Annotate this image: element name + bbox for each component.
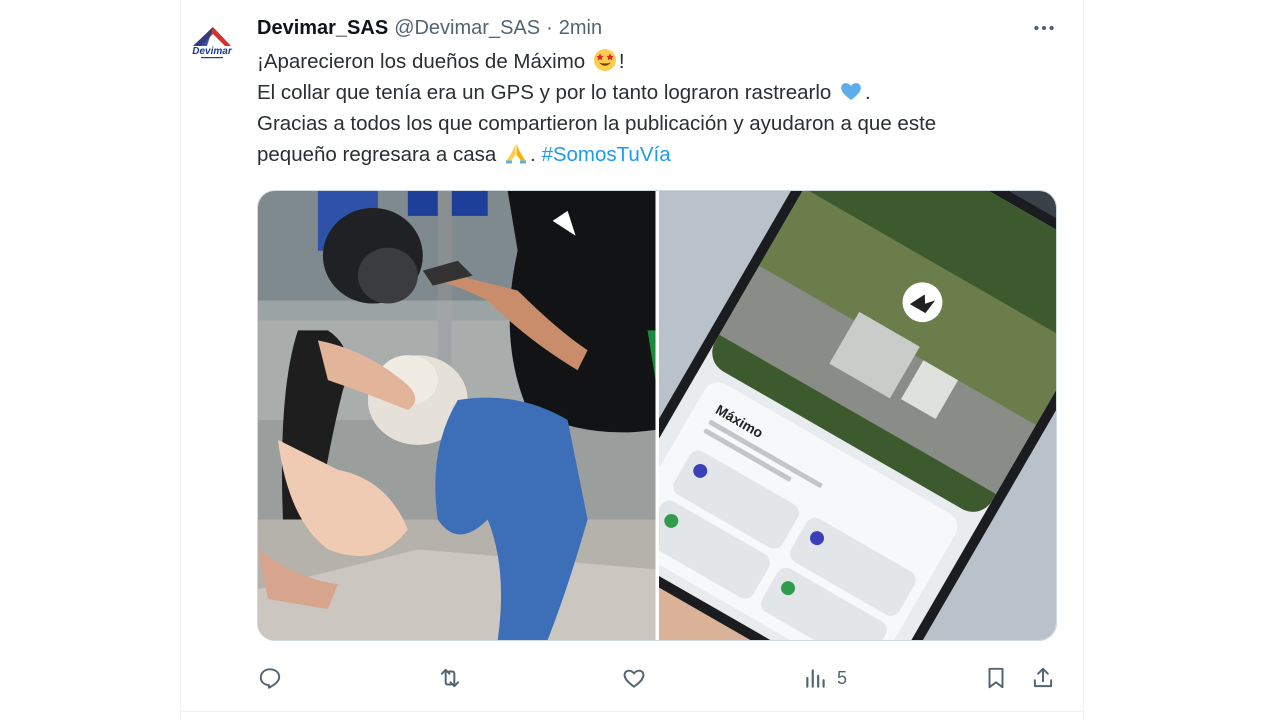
reply-button[interactable] — [257, 662, 283, 694]
views-icon — [806, 669, 825, 688]
tweet-text: ¡Aparecieron los dueños de Máximo ! El c… — [257, 46, 1067, 170]
like-button[interactable] — [621, 662, 647, 694]
media-grid: Máximo — [257, 190, 1057, 641]
views-count: 5 — [837, 667, 848, 688]
tweet-line-2-end: . — [865, 81, 871, 104]
devimar-logo-icon: Devimar — [192, 27, 233, 59]
hashtag-link[interactable]: #SomosTuVía — [541, 143, 670, 166]
retweet-icon — [440, 668, 460, 688]
tweet-line-4-text: pequeño regresara a casa — [257, 143, 497, 166]
blue-heart-emoji-icon — [841, 83, 861, 100]
divider — [180, 711, 1084, 712]
reply-icon — [259, 668, 281, 689]
tweet-line-4-sep: . — [530, 143, 542, 166]
retweet-button[interactable] — [437, 662, 463, 694]
timestamp[interactable]: 2min — [559, 17, 602, 40]
tweet-actions: 5 — [257, 662, 1057, 694]
avatar-logo-text: Devimar — [192, 46, 233, 57]
share-button[interactable] — [1030, 662, 1056, 694]
tweet-line-4: pequeño regresara a casa . #SomosTuVía — [257, 139, 1067, 170]
bookmark-button[interactable] — [983, 662, 1009, 694]
tweet-line-1-end: ! — [618, 50, 625, 73]
photo-gps-tracker-app[interactable]: Máximo — [658, 191, 1056, 640]
star-struck-emoji-icon — [593, 49, 616, 71]
more-horizontal-icon — [1034, 25, 1054, 31]
share-icon — [1033, 667, 1053, 688]
tweet-line-1-text: ¡Aparecieron los dueños de Máximo — [257, 50, 586, 73]
folded-hands-emoji-icon — [506, 144, 527, 164]
tweet-line-2-text: El collar que tenía era un GPS y por lo … — [257, 81, 832, 104]
display-name[interactable]: Devimar_SAS — [257, 17, 388, 40]
separator-dot: · — [546, 16, 553, 39]
more-options-button[interactable] — [1028, 14, 1060, 42]
tweet-line-3: Gracias a todos los que compartieron la … — [257, 112, 937, 135]
avatar[interactable]: Devimar — [187, 18, 237, 68]
bookmark-icon — [988, 667, 1004, 689]
photo-dog-with-owners[interactable] — [258, 191, 656, 640]
tweet-header: Devimar_SAS @Devimar_SAS · 2min — [257, 14, 602, 42]
like-icon — [623, 669, 645, 688]
user-handle[interactable]: @Devimar_SAS — [394, 17, 540, 40]
tweet-line-1: ¡Aparecieron los dueños de Máximo ! — [257, 46, 1067, 77]
views-button[interactable]: 5 — [803, 662, 847, 694]
tweet-line-2: El collar que tenía era un GPS y por lo … — [257, 77, 1067, 108]
photo-dog-with-owners-image — [258, 191, 656, 640]
photo-gps-tracker-app-image: Máximo — [658, 191, 1056, 640]
